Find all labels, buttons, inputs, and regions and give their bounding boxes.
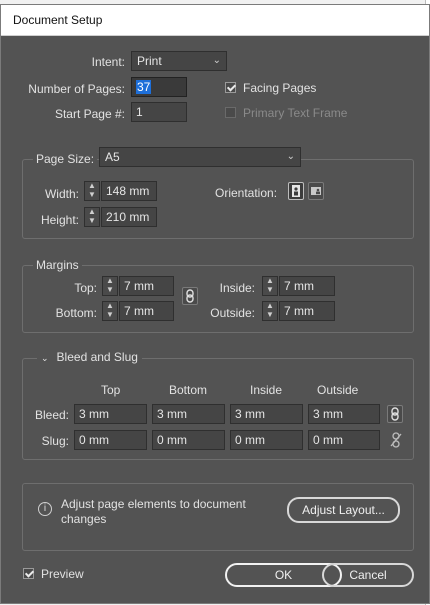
col-outside-header: Outside [317,383,359,397]
bleed-slug-header[interactable]: ⌄ Bleed and Slug [37,350,142,364]
bleed-bottom-input[interactable]: 3 mm [152,404,225,424]
bleed-bottom-value: 3 mm [157,407,187,421]
portrait-icon[interactable] [288,182,304,200]
intent-label: Intent: [91,55,125,69]
pages-label: Number of Pages: [28,82,125,96]
width-value: 148 mm [106,184,150,198]
margin-inside-value: 7 mm [284,279,314,293]
slug-top-value: 0 mm [79,433,109,447]
margin-top-input[interactable]: 7 mm [119,276,174,296]
start-page-input[interactable]: 1 [131,102,187,122]
margin-outside-spinner-icon[interactable]: ▲ ▼ [262,301,278,321]
cancel-button[interactable]: Cancel [322,563,414,587]
height-value: 210 mm [106,210,150,224]
bleed-slug-title: Bleed and Slug [56,350,138,364]
col-top-header: Top [101,383,121,397]
info-icon: i [38,502,52,516]
margin-inside-label: Inside: [219,281,255,295]
margins-group [22,265,414,333]
slug-outside-input[interactable]: 0 mm [308,430,380,450]
margin-outside-value: 7 mm [284,304,314,318]
height-spinner-icon[interactable]: ▲ ▼ [84,207,100,227]
bleed-outside-input[interactable]: 3 mm [308,404,380,424]
orientation-label: Orientation: [215,186,278,200]
margin-bottom-value: 7 mm [124,304,154,318]
bleed-inside-input[interactable]: 3 mm [230,404,303,424]
chain-link-icon[interactable] [182,287,198,305]
primary-text-frame-checkbox[interactable] [225,107,236,118]
bleed-label: Bleed: [34,408,69,422]
col-bottom-header: Bottom [169,383,208,397]
facing-pages-label: Facing Pages [243,81,317,95]
margin-top-spinner-icon[interactable]: ▲ ▼ [102,276,118,296]
slug-label: Slug: [41,434,69,448]
slug-bottom-input[interactable]: 0 mm [152,430,225,450]
page-size-dropdown[interactable]: A5 ⌄ [99,147,301,167]
start-page-value: 1 [136,105,143,119]
margin-inside-spinner-icon[interactable]: ▲ ▼ [262,276,278,296]
pages-value: 37 [136,80,152,94]
dialog-title: Document Setup [13,13,103,27]
adjust-message: Adjust page elements to document changes [61,497,246,526]
height-input[interactable]: 210 mm [101,207,157,227]
margin-outside-label: Outside: [210,306,255,320]
intent-value: Print [137,54,162,68]
slug-inside-value: 0 mm [235,433,265,447]
chevron-down-icon: ⌄ [212,55,221,66]
preview-checkbox[interactable] [23,568,34,579]
chevron-down-icon: ⌄ [286,151,295,162]
start-page-label: Start Page #: [54,107,125,121]
width-spinner-icon[interactable]: ▲ ▼ [84,181,100,201]
page-size-value: A5 [105,150,120,164]
broken-chain-link-icon[interactable] [388,431,404,449]
col-inside-header: Inside [250,383,283,397]
width-input[interactable]: 148 mm [101,181,157,201]
chevron-down-icon: ⌄ [41,353,49,363]
page-size-label: Page Size: [33,152,98,166]
slug-inside-input[interactable]: 0 mm [230,430,303,450]
margin-bottom-label: Bottom: [55,306,97,320]
preview-label: Preview [41,567,84,581]
margin-outside-input[interactable]: 7 mm [279,301,335,321]
bleed-inside-value: 3 mm [235,407,265,421]
primary-text-frame-label: Primary Text Frame [243,106,348,120]
intent-dropdown[interactable]: Print ⌄ [131,51,227,71]
margins-title: Margins [33,258,82,272]
width-label: Width: [44,187,79,201]
pages-input[interactable]: 37 [131,77,187,97]
document-setup-dialog: Document Setup Intent: Print ⌄ Number of… [0,4,430,604]
facing-pages-checkbox[interactable] [225,82,236,93]
bleed-outside-value: 3 mm [313,407,343,421]
margin-top-label: Top: [74,281,97,295]
margin-top-value: 7 mm [124,279,154,293]
slug-bottom-value: 0 mm [157,433,187,447]
margin-bottom-input[interactable]: 7 mm [119,301,174,321]
slug-outside-value: 0 mm [313,433,343,447]
bleed-top-value: 3 mm [79,407,109,421]
adjust-layout-button[interactable]: Adjust Layout... [287,497,400,523]
margin-bottom-spinner-icon[interactable]: ▲ ▼ [102,301,118,321]
height-label: Height: [40,213,79,227]
bleed-top-input[interactable]: 3 mm [74,404,147,424]
margin-inside-input[interactable]: 7 mm [279,276,335,296]
slug-top-input[interactable]: 0 mm [74,430,147,450]
chain-link-icon[interactable] [387,405,403,423]
landscape-icon[interactable] [308,182,324,200]
title-bar[interactable]: Document Setup [1,5,429,36]
